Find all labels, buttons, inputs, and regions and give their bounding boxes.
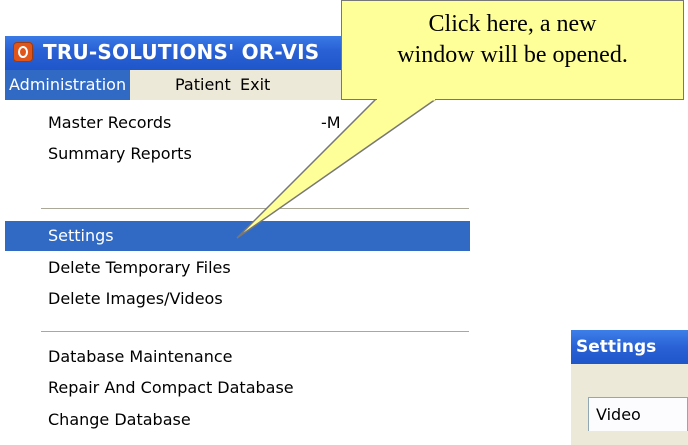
- settings-title: Settings: [576, 337, 657, 357]
- tab-video-label: Video: [596, 405, 641, 424]
- settings-window: Settings Video: [571, 330, 688, 445]
- tab-video[interactable]: Video: [588, 397, 688, 431]
- settings-title-bar[interactable]: Settings: [571, 330, 688, 364]
